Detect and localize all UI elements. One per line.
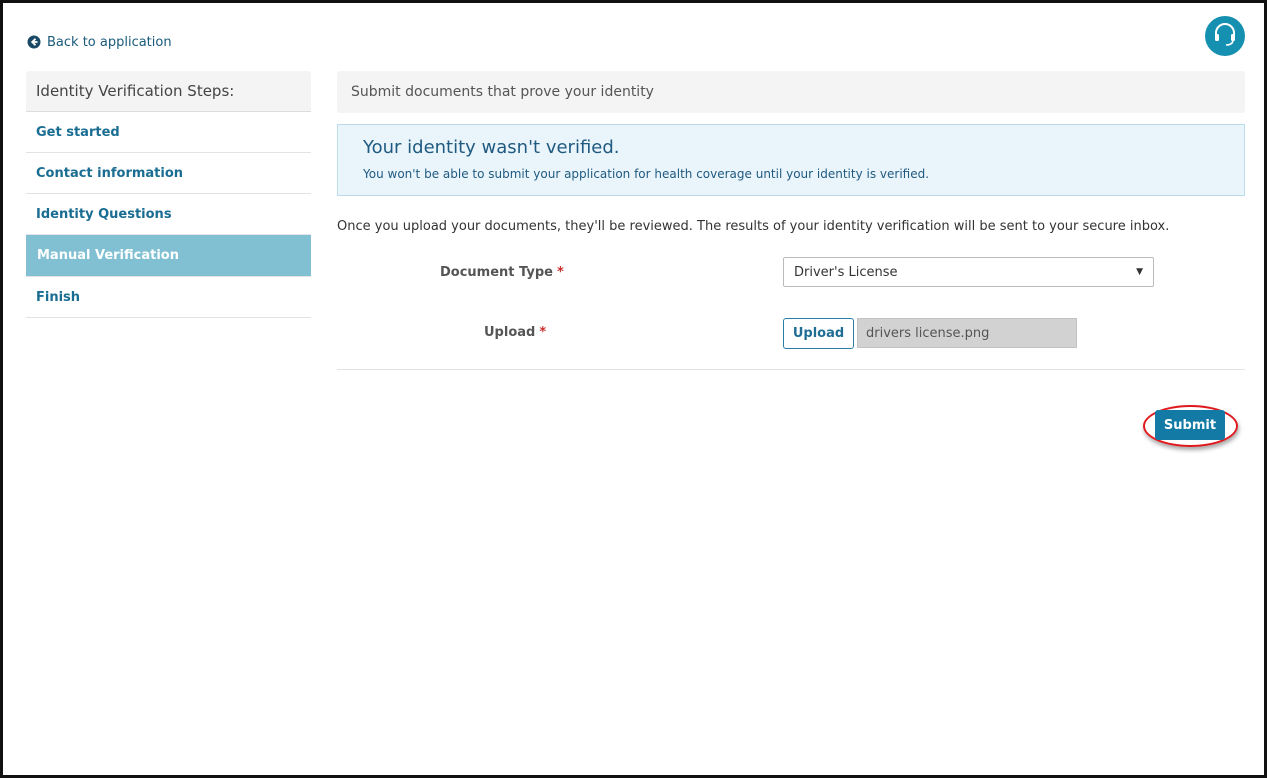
page-title: Submit documents that prove your identit…	[337, 71, 1245, 113]
sidebar-item-contact-information[interactable]: Contact information	[26, 153, 311, 194]
help-button[interactable]	[1205, 16, 1245, 56]
required-marker: *	[556, 265, 564, 280]
verification-steps-sidebar: Identity Verification Steps: Get started…	[26, 71, 311, 318]
sidebar-item-get-started[interactable]: Get started	[26, 112, 311, 153]
sidebar-item-identity-questions[interactable]: Identity Questions	[26, 194, 311, 235]
document-type-label-text: Document Type	[440, 265, 553, 280]
form-divider	[337, 369, 1245, 370]
verification-alert: Your identity wasn't verified. You won't…	[337, 124, 1245, 196]
document-type-label: Document Type *	[440, 265, 564, 280]
upload-label: Upload *	[484, 325, 546, 340]
caret-down-icon: ▼	[1136, 267, 1143, 277]
arrow-circle-left-icon	[27, 35, 41, 49]
sidebar-item-finish[interactable]: Finish	[26, 277, 311, 318]
main-content: Submit documents that prove your identit…	[337, 71, 1245, 447]
back-to-application-link[interactable]: Back to application	[27, 33, 172, 51]
sidebar-title: Identity Verification Steps:	[26, 71, 311, 112]
document-type-select[interactable]: Driver's License ▼	[783, 257, 1154, 287]
app-window: Back to application Identity Verificatio…	[0, 0, 1267, 778]
headset-icon	[1212, 21, 1238, 51]
intro-text: Once you upload your documents, they'll …	[337, 219, 1170, 234]
alert-message: You won't be able to submit your applica…	[363, 167, 930, 181]
uploaded-file-name: drivers license.png	[857, 318, 1077, 348]
required-marker: *	[539, 325, 547, 340]
alert-title: Your identity wasn't verified.	[363, 137, 620, 158]
upload-button[interactable]: Upload	[783, 318, 854, 349]
upload-label-text: Upload	[484, 325, 536, 340]
back-link-label: Back to application	[47, 34, 172, 50]
sidebar-item-manual-verification[interactable]: Manual Verification	[26, 235, 311, 277]
submit-button[interactable]: Submit	[1155, 410, 1225, 440]
document-type-value: Driver's License	[794, 264, 898, 280]
